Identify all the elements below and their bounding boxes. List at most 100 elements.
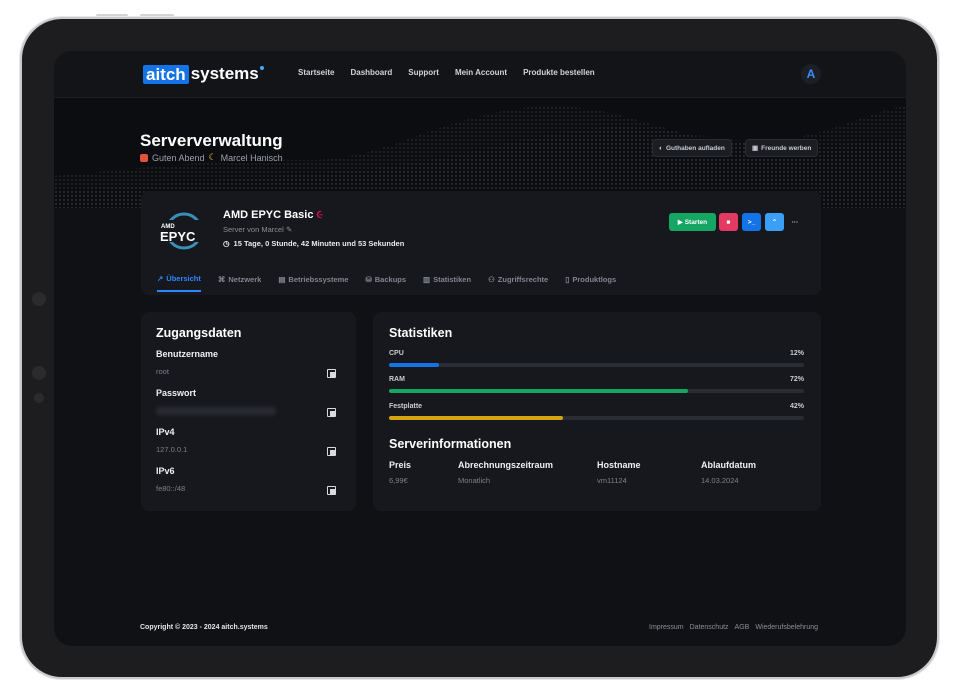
users-icon: ▣ — [752, 145, 759, 152]
tab-label: Netzwerk — [228, 275, 262, 284]
ipv4-value[interactable]: 127.0.0.1 — [156, 445, 187, 454]
price-value: 6,99€ — [389, 476, 408, 485]
server-tabs: ↗ Übersicht ⌘ Netzwerk ▤ Betriebssysteme ⛁ B… — [157, 274, 616, 292]
navbar: aitch systems Startseite Dashboard Suppo… — [54, 51, 906, 98]
nav-startseite[interactable]: Startseite — [298, 68, 334, 77]
user-name: Marcel Hanisch — [220, 152, 283, 163]
refer-button[interactable]: ▣ Freunde werben — [745, 139, 819, 157]
play-icon: ▶ — [677, 219, 683, 226]
billing-label: Abrechnungszeitraum — [458, 460, 554, 470]
access-icon: ⚇ — [488, 275, 495, 284]
tablet-top-button-1 — [96, 14, 128, 18]
debian-icon: ૯ — [316, 209, 324, 221]
tab-label: Betriebssysteme — [288, 275, 349, 284]
stats-icon: ▥ — [423, 275, 431, 284]
expiry-label: Ablaufdatum — [701, 460, 756, 470]
billing-value: Monatlich — [458, 476, 491, 485]
uptime-text: 15 Tage, 0 Stunde, 42 Minuten und 53 Sek… — [233, 239, 405, 248]
stats-panel: Statistiken CPU 12% RAM 72% Festplatte 4… — [373, 312, 821, 511]
server-card: AMD EPYC AMD EPYC Basic ૯ Server von Mar… — [141, 191, 821, 295]
start-label: Starten — [684, 218, 708, 226]
nav-dashboard[interactable]: Dashboard — [350, 68, 392, 77]
logo-model: EPYC — [160, 229, 196, 244]
os-icon: ▤ — [278, 275, 286, 284]
footer-link-widerruf[interactable]: Wiederufsbelehrung — [755, 624, 818, 631]
tab-label: Statistiken — [433, 275, 472, 284]
console-button[interactable]: >_ — [742, 213, 761, 231]
tab-produktlogs[interactable]: ▯ Produktlogs — [565, 274, 616, 292]
tablet-side-button-2 — [32, 366, 46, 380]
username-value[interactable]: root — [156, 367, 169, 376]
stat-bar — [389, 389, 804, 393]
logo-box: aitch — [143, 64, 189, 84]
copy-ipv6-icon[interactable] — [327, 486, 336, 495]
info-title: Serverinformationen — [389, 437, 512, 451]
nav-support[interactable]: Support — [408, 68, 439, 77]
tab-label: Zugriffsrechte — [497, 275, 549, 284]
tab-label: Backups — [374, 275, 407, 284]
start-button[interactable]: ▶ Starten — [669, 213, 716, 231]
copy-password-icon[interactable] — [327, 408, 336, 417]
footer-links: Impressum Datenschutz AGB Wiederufsbeleh… — [649, 624, 818, 631]
copy-ipv4-icon[interactable] — [327, 447, 336, 456]
greeting: Guten Abend ☾ Marcel Hanisch — [140, 152, 283, 163]
more-button[interactable]: ··· — [787, 213, 803, 231]
tab-netzwerk[interactable]: ⌘ Netzwerk — [218, 274, 261, 292]
ipv6-label: IPv6 — [156, 466, 175, 476]
logo-text: systems — [190, 64, 259, 83]
tab-betriebssysteme[interactable]: ▤ Betriebssysteme — [278, 274, 348, 292]
upgrade-button[interactable]: ⌃ — [765, 213, 784, 231]
amd-epyc-logo: AMD EPYC — [159, 212, 205, 250]
greeting-text: Guten Abend — [152, 152, 205, 163]
price-label: Preis — [389, 460, 412, 470]
tab-label: Produktlogs — [572, 275, 617, 284]
tab-statistiken[interactable]: ▥ Statistiken — [423, 274, 471, 292]
network-icon: ⌘ — [217, 275, 226, 284]
topup-label: Guthaben aufladen — [665, 144, 725, 152]
brand-logo[interactable]: aitch systems — [143, 64, 264, 84]
copy-username-icon[interactable] — [327, 369, 336, 378]
moon-icon: ☾ — [208, 152, 217, 162]
stat-name: Festplatte — [389, 403, 423, 410]
footer-link-agb[interactable]: AGB — [735, 624, 750, 631]
clock-icon: ◷ — [223, 239, 230, 248]
tab-uebersicht[interactable]: ↗ Übersicht — [157, 274, 201, 292]
tab-zugriffsrechte[interactable]: ⚇ Zugriffsrechte — [488, 274, 548, 292]
server-name: AMD EPYC Basic ૯ — [223, 209, 323, 222]
tab-backups[interactable]: ⛁ Backups — [365, 274, 406, 292]
nav-mein-account[interactable]: Mein Account — [455, 68, 507, 77]
stat-bar-fill — [389, 389, 688, 393]
stat-bar — [389, 416, 804, 420]
stats-title: Statistiken — [389, 326, 453, 340]
stat-name: CPU — [389, 350, 404, 357]
server-owner: Server von Marcel ✎ — [223, 225, 292, 234]
ipv4-label: IPv4 — [156, 427, 175, 437]
greeting-emoji-icon — [140, 153, 148, 162]
terminal-icon: >_ — [747, 218, 756, 226]
stop-button[interactable]: ■ — [719, 213, 738, 231]
username-label: Benutzername — [156, 349, 219, 359]
page-title: Serververwaltung — [140, 131, 283, 150]
refer-label: Freunde werben — [761, 144, 812, 152]
avatar[interactable]: A — [801, 64, 821, 84]
backup-icon: ⛁ — [365, 275, 372, 284]
password-value-hidden[interactable] — [156, 407, 276, 415]
topup-button[interactable]: ◐ Guthaben aufladen — [652, 139, 732, 157]
server-name-text: AMD EPYC Basic — [223, 209, 314, 221]
nav-produkte-bestellen[interactable]: Produkte bestellen — [523, 68, 595, 77]
stop-icon: ■ — [726, 218, 731, 226]
hostname-label: Hostname — [597, 460, 641, 470]
ipv6-value[interactable]: fe80::/48 — [156, 484, 185, 493]
footer-link-impressum[interactable]: Impressum — [649, 624, 684, 631]
password-label: Passwort — [156, 388, 197, 398]
access-title: Zugangsdaten — [156, 326, 242, 340]
stat-bar-fill — [389, 363, 439, 367]
stat-name: RAM — [389, 376, 405, 383]
stat-percent: 42% — [789, 403, 804, 410]
expiry-value: 14.03.2024 — [701, 476, 739, 485]
stat-bar — [389, 363, 804, 367]
copyright: Copyright © 2023 - 2024 aitch.systems — [140, 624, 268, 631]
tablet-side-button-3 — [34, 393, 44, 403]
footer-link-datenschutz[interactable]: Datenschutz — [690, 624, 729, 631]
edit-icon[interactable]: ✎ — [286, 225, 292, 234]
